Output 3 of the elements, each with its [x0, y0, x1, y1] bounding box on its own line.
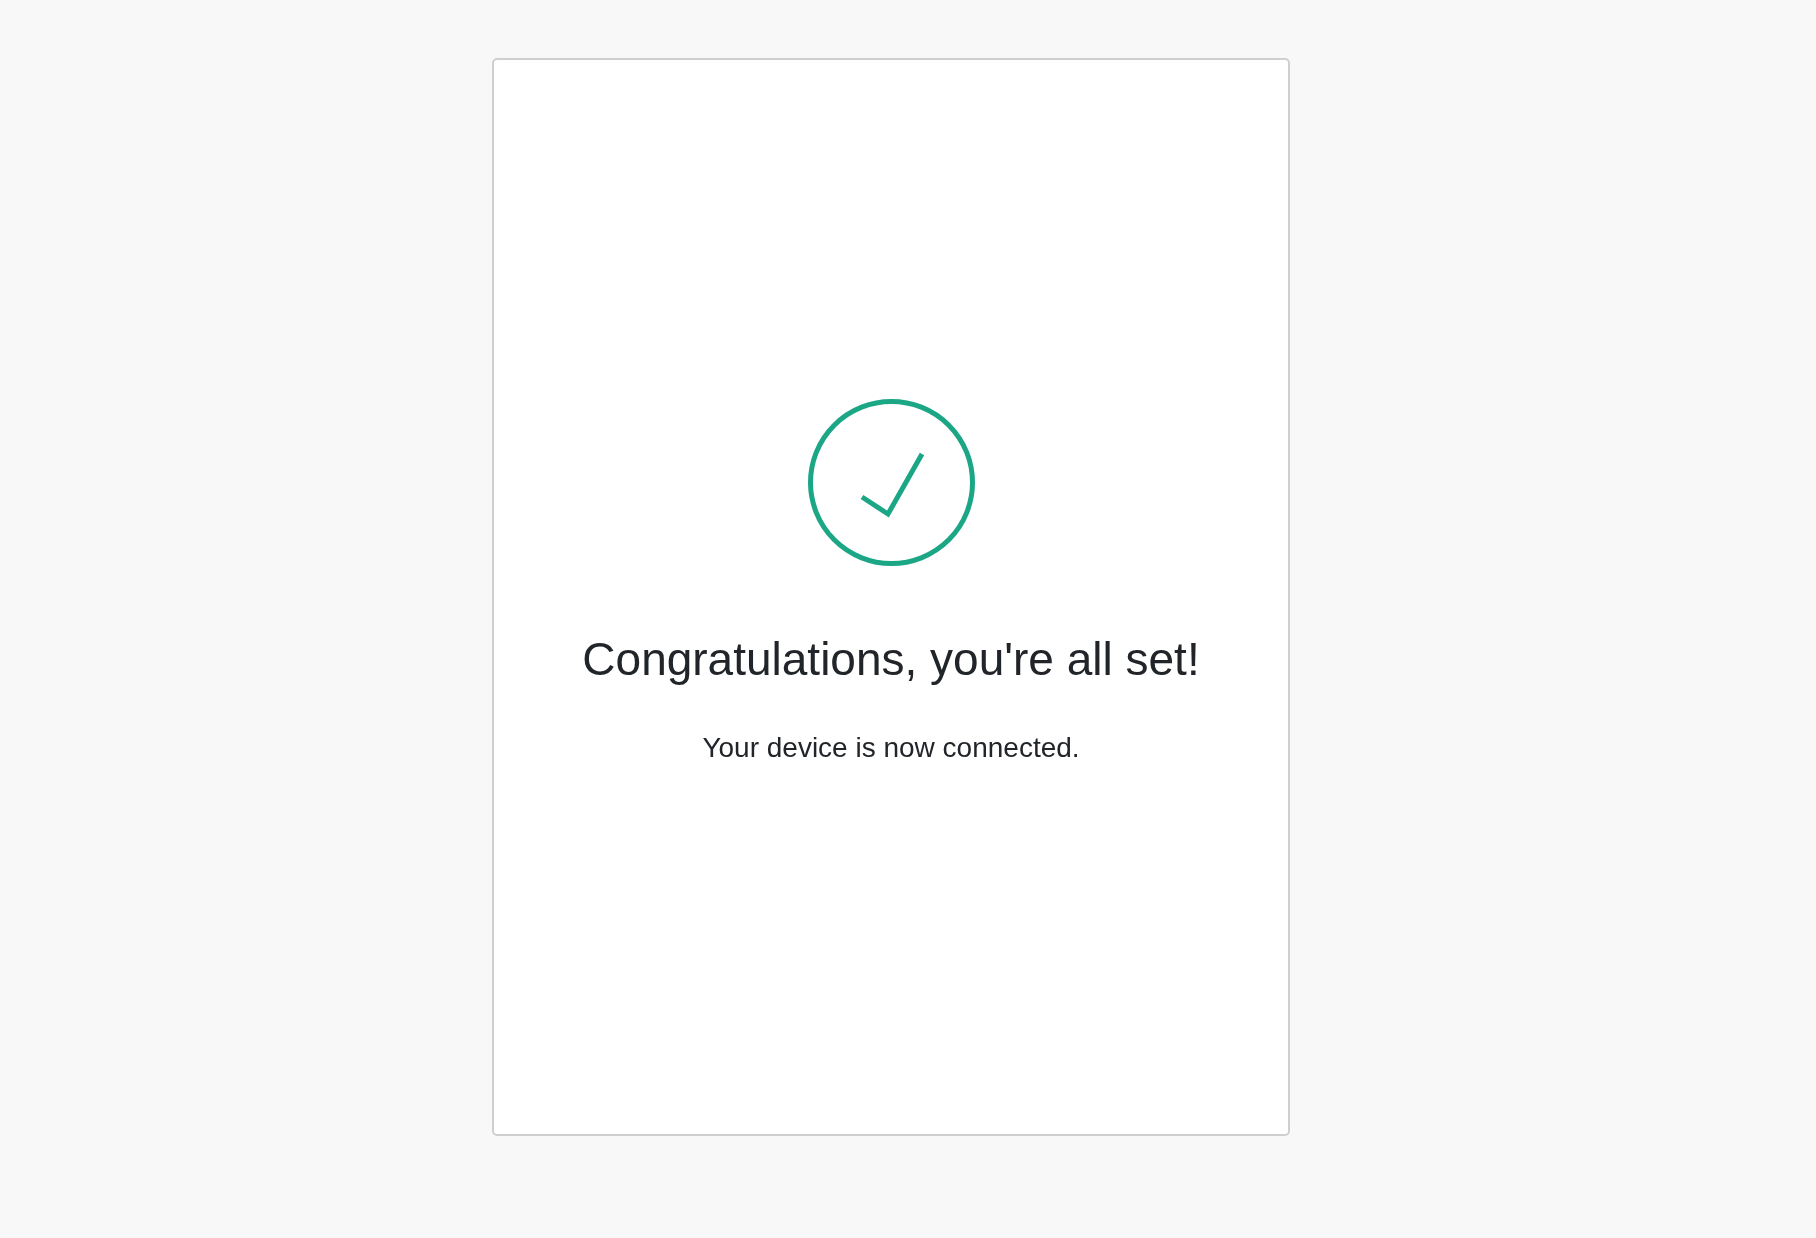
success-title: Congratulations, you're all set! [582, 632, 1200, 688]
success-message: Your device is now connected. [702, 731, 1080, 765]
check-circle-icon [807, 399, 975, 567]
